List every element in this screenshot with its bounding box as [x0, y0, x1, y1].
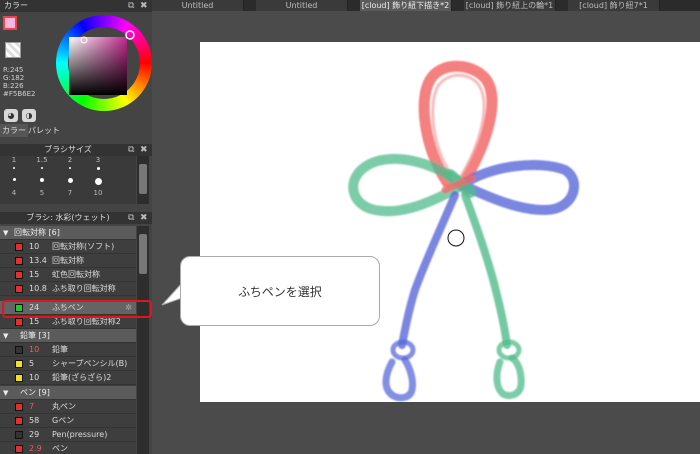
tab-color[interactable]: カラー — [0, 124, 28, 137]
blue-tassel-knot — [390, 339, 416, 361]
brush-size-option[interactable]: 4 — [0, 178, 28, 202]
brush-color-chip — [15, 285, 23, 293]
color-set-icon[interactable]: ◑ — [22, 109, 36, 122]
brush-color-chip — [15, 346, 23, 354]
brush-item[interactable]: 10 鉛筆 — [0, 343, 136, 357]
brush-size-grid: 1 1.5 2 3 4 5 7 10 — [0, 156, 136, 204]
brush-cursor — [447, 229, 465, 247]
brush-list-scrollbar[interactable] — [137, 226, 149, 454]
brush-list-title: ブラシ: 水彩(ウェット) — [26, 213, 110, 222]
chevron-down-icon: ▼ — [3, 389, 9, 397]
brush-item[interactable]: 10 回転対称(ソフト) — [0, 240, 136, 254]
brush-color-chip — [15, 403, 23, 411]
close-icon[interactable]: ✖ — [140, 144, 148, 156]
brush-item[interactable]: 15 虹色回転対称 — [0, 268, 136, 282]
brush-color-chip — [15, 445, 23, 453]
green-right-strand-stroke — [461, 191, 511, 349]
chevron-down-icon: ▼ — [3, 229, 9, 237]
brush-color-chip — [15, 243, 23, 251]
brush-item[interactable]: 13.4 回転対称 — [0, 254, 136, 268]
instruction-callout: ふちペンを選択 — [180, 256, 380, 326]
brush-size-option[interactable]: 3 — [84, 156, 112, 180]
brush-group-rotation[interactable]: ▼ 回転対称 [6] — [0, 226, 136, 240]
brush-item[interactable]: 2.9 ペン — [0, 442, 136, 454]
brush-size-option[interactable]: 10 — [84, 178, 112, 202]
brush-size-option[interactable]: 5 — [28, 178, 56, 202]
brush-size-option[interactable]: 1 — [0, 156, 28, 180]
tab-palette[interactable]: パレット — [26, 124, 62, 137]
brush-size-option[interactable]: 1.5 — [28, 156, 56, 180]
brush-color-chip — [15, 271, 23, 279]
brush-color-chip — [15, 360, 23, 368]
brush-size-scrollbar[interactable] — [137, 156, 149, 204]
brush-color-chip — [15, 417, 23, 425]
brush-size-option[interactable]: 2 — [56, 156, 84, 180]
brush-size-title: ブラシサイズ — [44, 145, 92, 154]
blue-left-strand-stroke — [398, 191, 459, 349]
color-mode-icon[interactable]: ◕ — [4, 109, 18, 122]
undock-icon[interactable]: ⧉ — [128, 144, 134, 156]
brush-item[interactable]: 58 Gペン — [0, 414, 136, 428]
callout-tail — [161, 281, 183, 306]
brush-color-chip — [15, 257, 23, 265]
scrollbar-thumb[interactable] — [139, 234, 147, 274]
brush-list-header: ブラシ: 水彩(ウェット) ⧉ ✖ — [0, 212, 152, 224]
brush-item[interactable]: 29 Pen(pressure) — [0, 428, 136, 442]
brush-group-pen[interactable]: ▼ ペン [9] — [0, 386, 136, 400]
chevron-down-icon: ▼ — [3, 332, 9, 340]
brush-item[interactable]: 7 丸ペン — [0, 400, 136, 414]
scrollbar-thumb[interactable] — [139, 164, 147, 194]
undock-icon[interactable]: ⧉ — [128, 212, 134, 224]
brush-size-option[interactable]: 7 — [56, 178, 84, 202]
brush-item[interactable]: 10.8 ふち取り回転対称 — [0, 282, 136, 296]
brush-color-chip — [15, 431, 23, 439]
brush-group-pencil[interactable]: ▼ 鉛筆 [3] — [0, 329, 136, 343]
blue-tassel — [382, 356, 416, 402]
brush-color-chip — [15, 318, 23, 326]
close-icon[interactable]: ✖ — [140, 212, 148, 224]
green-tassel — [493, 354, 525, 400]
blue-right-loop-stroke — [457, 160, 580, 215]
brush-size-header: ブラシサイズ ⧉ ✖ — [0, 144, 152, 156]
brush-item[interactable]: 5 シャープペンシル(B) — [0, 357, 136, 371]
green-tassel-knot — [496, 339, 522, 361]
brush-item[interactable]: 10 鉛筆(ざらざら)2 — [0, 371, 136, 385]
brush-color-chip — [15, 374, 23, 382]
selection-highlight — [2, 300, 152, 318]
